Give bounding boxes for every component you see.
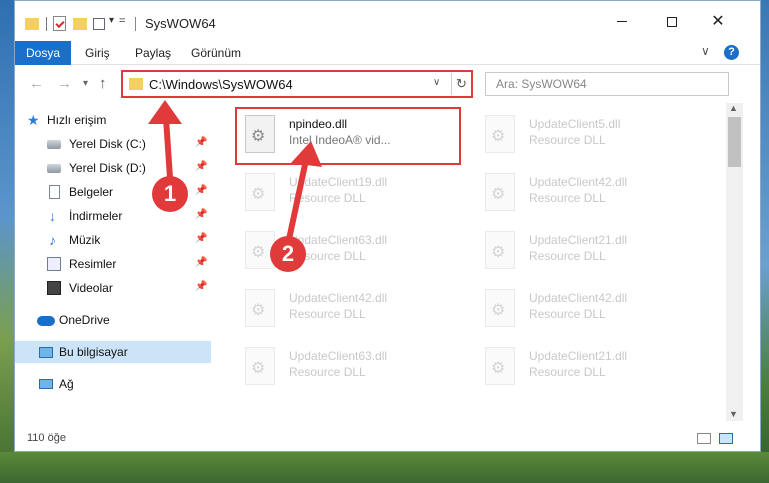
step-2-badge: 2 <box>270 236 306 272</box>
arrow-2-line <box>285 157 309 247</box>
step-1-badge: 1 <box>152 176 188 212</box>
arrow-1-head <box>148 100 182 124</box>
arrow-1-line <box>163 115 173 181</box>
tutorial-arrows <box>148 100 322 247</box>
arrow-2-head <box>291 141 322 167</box>
